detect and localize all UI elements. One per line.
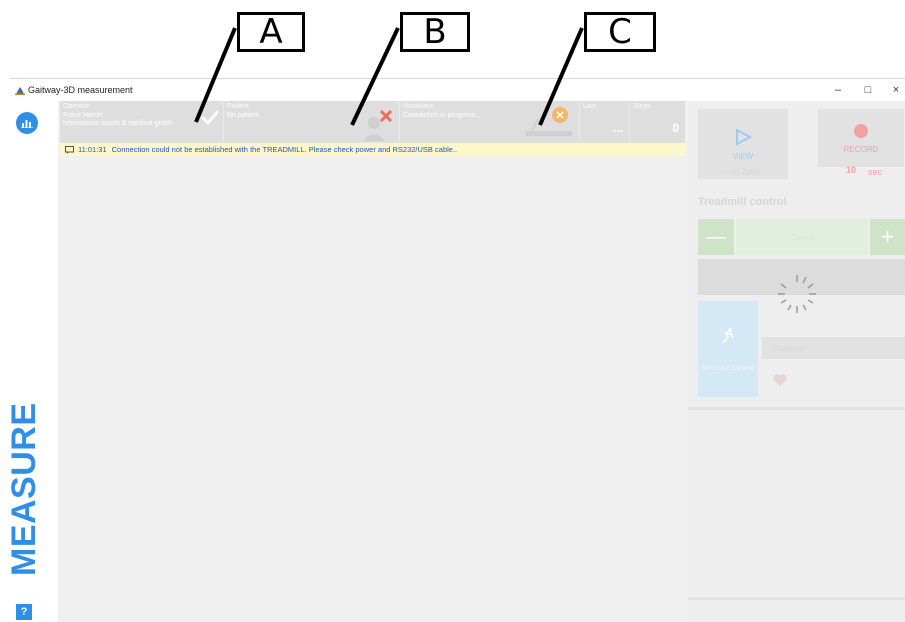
record-icon (854, 123, 868, 138)
operator-name: Franz Harrer (63, 112, 103, 119)
speed-plus-button[interactable]: + (870, 219, 905, 255)
right-panel: VIEW RECORD -=8 Zero 10 sec Treadmill co… (688, 101, 905, 622)
speed-label: Speed (790, 232, 814, 242)
runner-icon (722, 327, 734, 344)
mode-label: MEASURE (5, 402, 43, 576)
chart-mode-button[interactable] (16, 112, 38, 134)
patient-value: No patient (227, 112, 259, 119)
right-lower-divider (688, 597, 905, 600)
app-window: Gaitway-3D measurement – □ × MEASURE ? O… (5, 78, 905, 622)
message-icon (65, 145, 74, 154)
main-area (60, 156, 685, 622)
help-button[interactable]: ? (16, 604, 32, 620)
person-icon (363, 109, 393, 141)
measure-control-label: Measure Control (702, 364, 754, 372)
operator-org: h/p/cosmos sports & medical gmbh (63, 120, 172, 127)
minimize-button[interactable]: – (830, 82, 846, 98)
operator-label: Operator (63, 103, 91, 110)
zero-button[interactable]: -=8 Zero (726, 167, 760, 177)
view-label: VIEW (732, 151, 754, 161)
treadmill-title: Treadmill control (698, 196, 787, 208)
treadmill-icon (526, 107, 572, 136)
patient-panel[interactable]: Patient No patient (224, 101, 400, 143)
last-panel: Last ... (580, 101, 630, 143)
record-button[interactable]: RECORD (818, 109, 904, 167)
status-bar: Operator Franz Harrer h/p/cosmos sports … (60, 101, 685, 143)
hardware-panel[interactable]: Hardware Connection in progress... (400, 101, 580, 143)
connection-message: 11:01:31 Connection could not be establi… (60, 143, 685, 156)
measure-control-button[interactable]: Measure Control (698, 301, 758, 397)
play-icon (736, 127, 752, 146)
left-sidebar: MEASURE ? (5, 101, 58, 622)
message-time: 11:01:31 (78, 145, 107, 154)
speed-minus-button[interactable]: — (698, 219, 734, 255)
close-button[interactable]: × (888, 82, 904, 98)
steps-label: Steps (633, 103, 651, 110)
operator-panel[interactable]: Operator Franz Harrer h/p/cosmos sports … (60, 101, 224, 143)
callout-c: C (584, 12, 656, 52)
hardware-label: Hardware (403, 103, 434, 110)
record-unit: sec (868, 167, 883, 177)
distance-label: Distance (772, 343, 804, 353)
record-label: RECORD (843, 144, 879, 154)
heart-icon (773, 374, 787, 386)
right-divider (688, 407, 905, 410)
title-bar: Gaitway-3D measurement – □ × (10, 79, 905, 101)
patient-label: Patient (227, 103, 249, 110)
callout-a: A (237, 12, 305, 52)
hardware-value: Connection in progress... (403, 112, 481, 119)
speed-display: Speed (736, 219, 868, 255)
last-label: Last (583, 103, 597, 110)
checkmark-icon (200, 110, 220, 125)
message-text: Connection could not be established with… (111, 145, 458, 154)
last-value: ... (612, 121, 623, 135)
callout-b: B (400, 12, 470, 52)
steps-panel: Steps 0 (630, 101, 685, 143)
app-logo-icon (15, 87, 25, 95)
window-title: Gaitway-3D measurement (28, 85, 133, 95)
maximize-button[interactable]: □ (860, 82, 876, 98)
bar-chart-icon (21, 120, 33, 128)
steps-value: 0 (672, 121, 679, 135)
loading-spinner-icon (778, 275, 816, 313)
record-seconds[interactable]: 10 (846, 165, 856, 175)
distance-row: Distance (762, 337, 905, 359)
